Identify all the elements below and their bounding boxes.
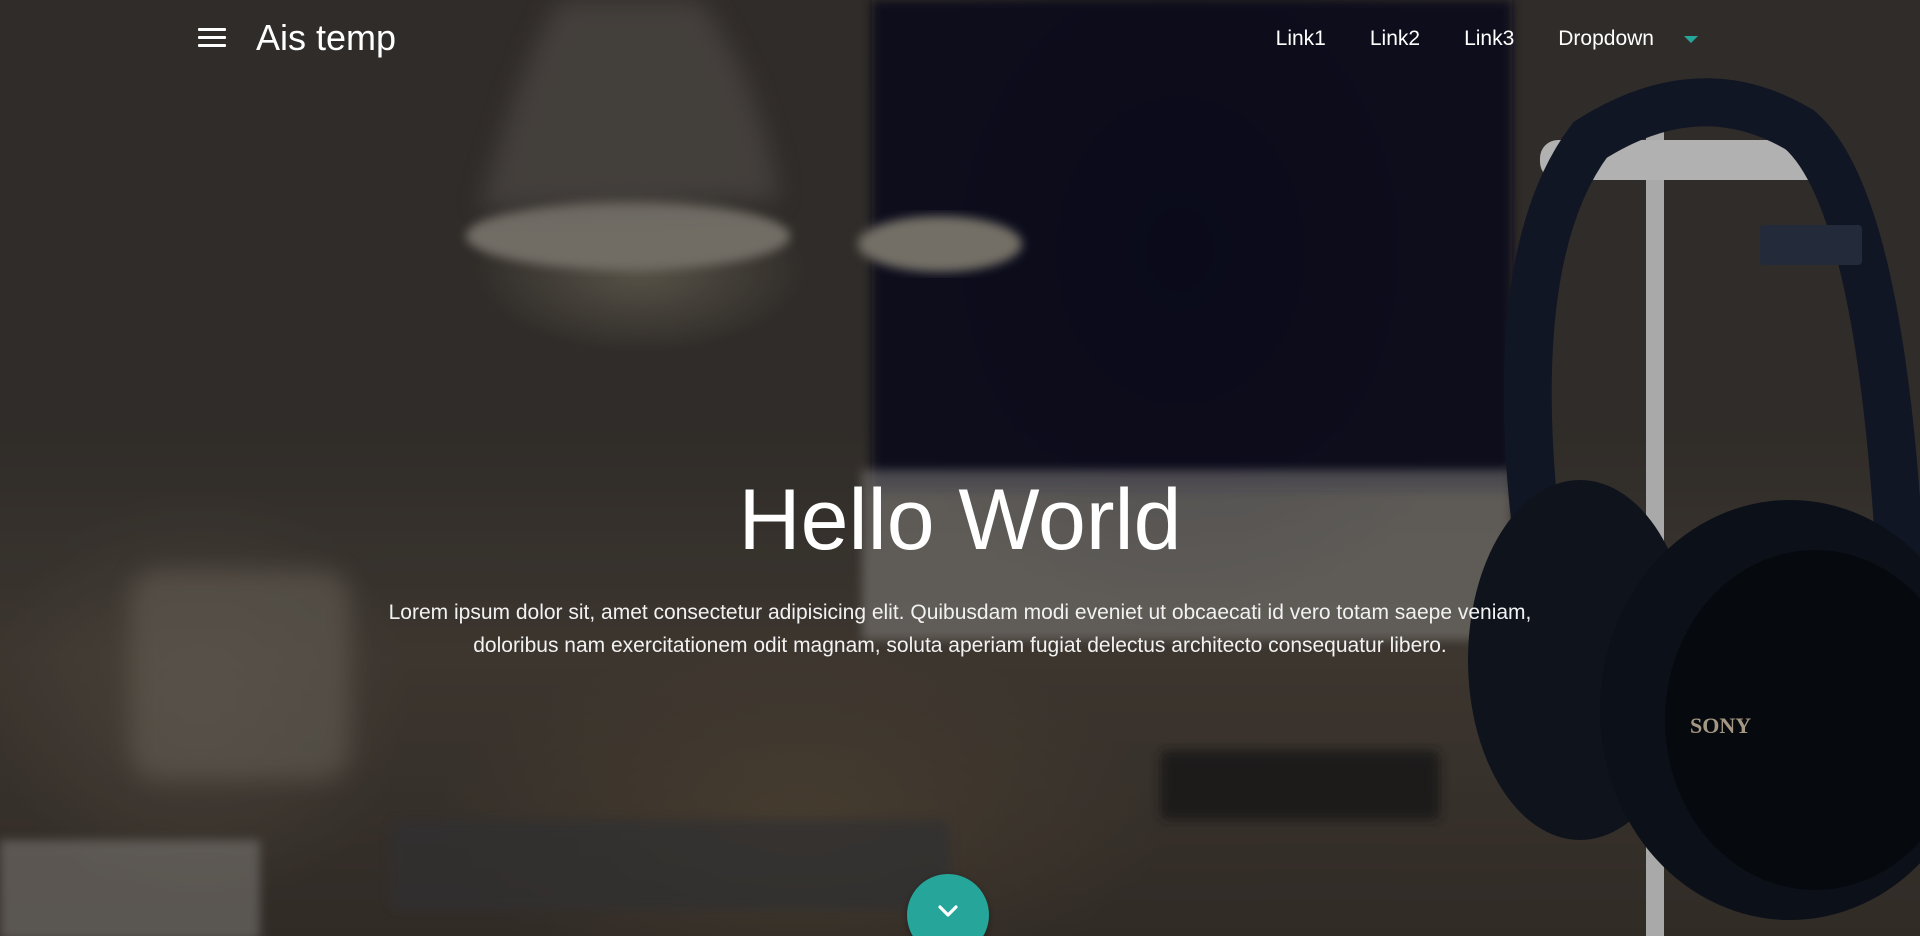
- hero-description: Lorem ipsum dolor sit, amet consectetur …: [388, 601, 1532, 657]
- dropdown-trigger[interactable]: Dropdown: [1558, 24, 1698, 54]
- hero-section: SONY Ais temp Link1 Link2 Link3 Dropdown…: [0, 0, 1920, 936]
- caret-down-icon: [1684, 35, 1698, 43]
- hero-content: Hello World Lorem ipsum dolor sit, amet …: [0, 470, 1920, 662]
- brand-logo-link[interactable]: Ais temp: [256, 16, 396, 60]
- hero-title: Hello World: [738, 472, 1182, 568]
- nav-link-2[interactable]: Link2: [1370, 24, 1420, 54]
- nav-links: Link1 Link2 Link3 Dropdown: [1232, 24, 1698, 54]
- dark-overlay: [0, 0, 1920, 936]
- nav-link-1[interactable]: Link1: [1276, 24, 1326, 54]
- nav-link-3[interactable]: Link3: [1464, 24, 1514, 54]
- navbar: Ais temp Link1 Link2 Link3 Dropdown: [0, 0, 1920, 78]
- dropdown-label: Dropdown: [1558, 27, 1654, 50]
- chevron-down-icon: [938, 905, 958, 917]
- hamburger-menu-icon[interactable]: [198, 28, 226, 50]
